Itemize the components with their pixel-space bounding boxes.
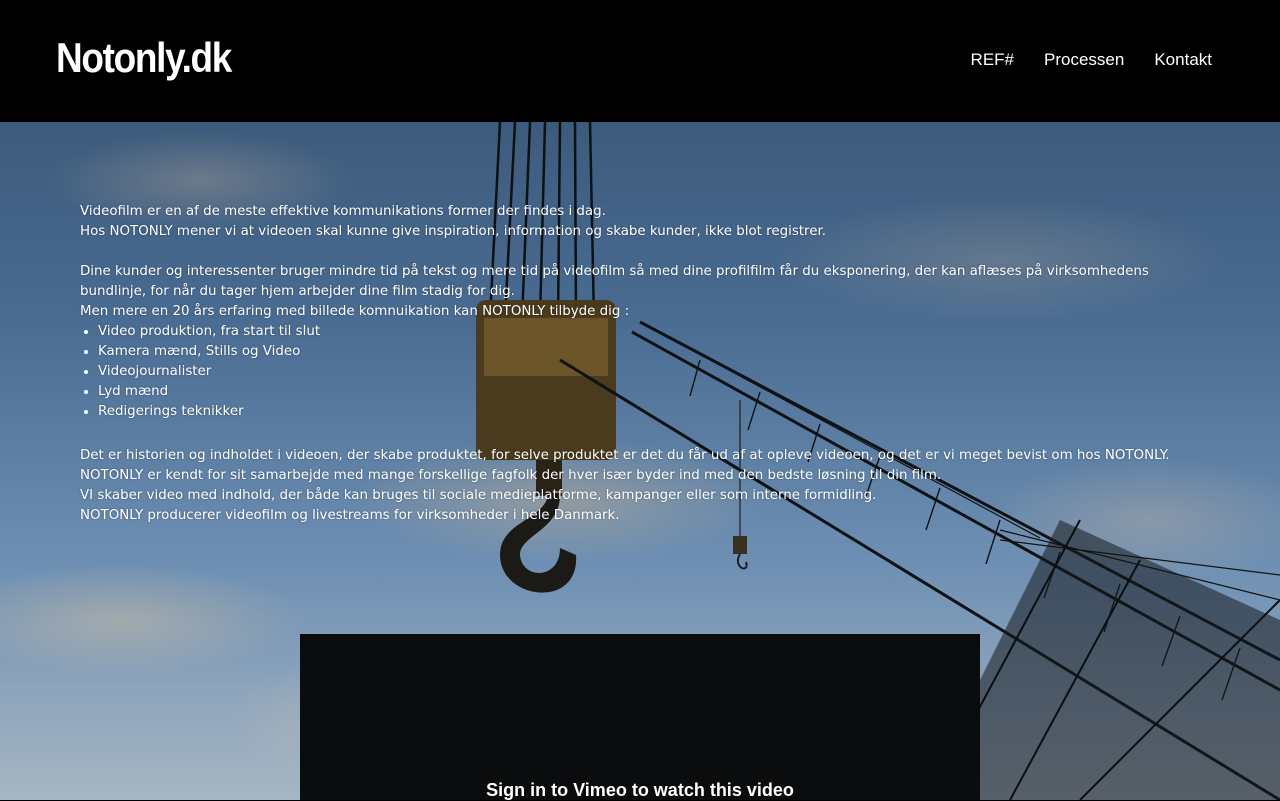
services-list: Video produktion, fra start til slut Kam…: [80, 322, 1190, 422]
nav-link-processen[interactable]: Processen: [1044, 50, 1124, 70]
services-list-item: Redigerings teknikker: [98, 402, 1190, 422]
nav-link-kontakt[interactable]: Kontakt: [1154, 50, 1212, 70]
paragraph-exposure: Dine kunder og interessenter bruger mind…: [80, 264, 1149, 299]
main-nav: REF# Processen Kontakt: [971, 50, 1212, 70]
intro-line-2: Hos NOTONLY mener vi at videoen skal kun…: [80, 224, 827, 239]
site-logo[interactable]: Notonly.dk: [56, 34, 232, 82]
services-list-item: Kamera mænd, Stills og Video: [98, 342, 1190, 362]
vimeo-video-embed[interactable]: Sign in to Vimeo to watch this video: [300, 634, 980, 800]
vimeo-signin-message[interactable]: Sign in to Vimeo to watch this video: [300, 780, 980, 801]
nav-link-ref[interactable]: REF#: [971, 50, 1014, 70]
outro-line-3: VI skaber video med indhold, der både ka…: [80, 488, 877, 503]
main-content: Videofilm er en af de meste effektive ko…: [80, 202, 1190, 526]
services-list-item: Lyd mænd: [98, 382, 1190, 402]
site-header: Notonly.dk REF# Processen Kontakt: [0, 0, 1280, 122]
outro-line-2: NOTONLY er kendt for sit samarbejde med …: [80, 468, 942, 483]
services-intro: Men mere en 20 års erfaring med billede …: [80, 304, 630, 319]
outro-line-4: NOTONLY producerer videofilm og livestre…: [80, 508, 620, 523]
intro-line-1: Videofilm er en af de meste effektive ko…: [80, 204, 606, 219]
services-list-item: Videojournalister: [98, 362, 1190, 382]
outro-line-1: Det er historien og indholdet i videoen,…: [80, 448, 1170, 463]
services-list-item: Video produktion, fra start til slut: [98, 322, 1190, 342]
